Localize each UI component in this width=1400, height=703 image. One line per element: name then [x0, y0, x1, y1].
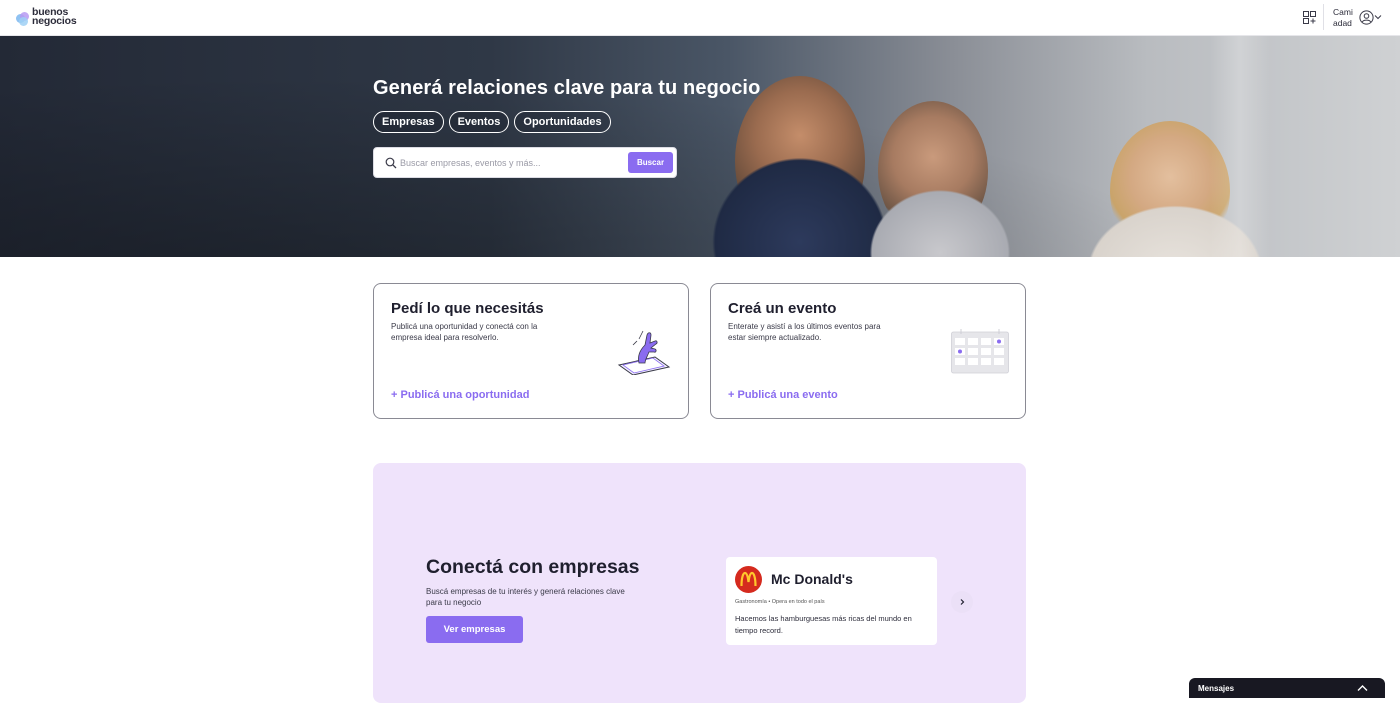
user-name-line-2: adad [1333, 18, 1352, 28]
logo-line-2: negocios [32, 15, 77, 27]
business-card[interactable]: Mc Donald's Gastronomía • Opera en todo … [726, 557, 937, 645]
logo-mark-icon [16, 12, 30, 26]
logo-text: buenos negocios [32, 7, 77, 27]
header-divider [1323, 4, 1324, 30]
card-description: Publicá una oportunidad y conectá con la… [391, 322, 538, 342]
business-name: Mc Donald's [771, 571, 853, 587]
business-meta: Gastronomía • Opera en todo el país [735, 599, 825, 605]
connect-description: Buscá empresas de tu interés y generá re… [426, 587, 625, 607]
card-oportunidad: Pedí lo que necesitás Publicá una oportu… [373, 283, 689, 419]
card-description: Enterate y asistí a los últimos eventos … [728, 322, 881, 342]
tab-oportunidades[interactable]: Oportunidades [514, 111, 611, 133]
chevron-down-icon[interactable] [1374, 14, 1382, 20]
search-box: Buscar [373, 147, 677, 178]
search-input[interactable] [400, 152, 625, 174]
user-name[interactable]: Cami adad [1333, 7, 1353, 29]
hero-banner: Generá relaciones clave para tu negocio … [0, 36, 1400, 257]
chevron-up-icon[interactable] [1357, 684, 1368, 692]
hero-background-photo [0, 36, 1400, 257]
mcdonalds-logo-icon [735, 566, 762, 593]
tab-eventos[interactable]: Eventos [448, 111, 510, 133]
search-icon [385, 157, 397, 169]
connect-title: Conectá con empresas [426, 556, 640, 578]
carousel-next-button[interactable] [951, 591, 973, 613]
logo[interactable]: buenos negocios [16, 7, 77, 27]
hero-tabs: Empresas Eventos Oportunidades [373, 111, 611, 133]
connect-section: Conectá con empresas Buscá empresas de t… [373, 463, 1026, 703]
hero-title: Generá relaciones clave para tu negocio [373, 77, 761, 99]
hand-phone-illustration-icon [617, 330, 671, 375]
publish-opportunity-link[interactable]: + Publicá una oportunidad [391, 389, 529, 401]
card-title: Pedí lo que necesitás [391, 300, 544, 317]
publish-event-link[interactable]: + Publicá una evento [728, 389, 838, 401]
top-navigation-bar: buenos negocios Cami adad [0, 0, 1400, 36]
card-title: Creá un evento [728, 300, 837, 317]
grid-add-icon[interactable] [1303, 11, 1316, 24]
search-button[interactable]: Buscar [628, 152, 673, 173]
business-description: Hacemos las hamburguesas más ricas del m… [735, 614, 912, 635]
card-evento: Creá un evento Enterate y asistí a los ú… [710, 283, 1026, 419]
user-name-line-1: Cami [1333, 7, 1353, 17]
user-circle-icon[interactable] [1359, 10, 1374, 25]
view-companies-button[interactable]: Ver empresas [426, 616, 523, 643]
messages-label: Mensajes [1198, 684, 1235, 693]
chevron-right-icon [960, 599, 965, 605]
calendar-illustration-icon [951, 329, 1009, 374]
messages-bar[interactable]: Mensajes [1189, 678, 1385, 698]
tab-empresas[interactable]: Empresas [373, 111, 444, 133]
